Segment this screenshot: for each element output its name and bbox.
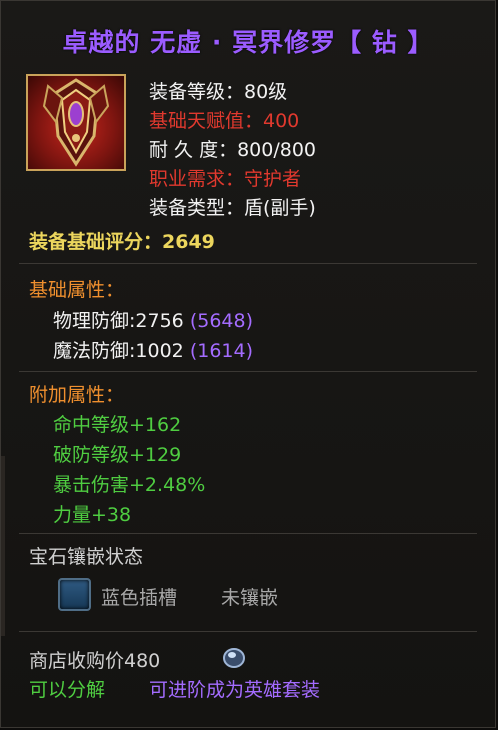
blue-socket-icon[interactable] — [58, 578, 91, 611]
equip-type: 装备类型：盾(副手) — [149, 197, 316, 219]
base-attr-label: 魔法防御:1002 — [53, 340, 184, 362]
divider — [19, 533, 477, 534]
base-attr-label: 物理防御:2756 — [53, 310, 184, 332]
extra-attrs-heading: 附加属性： — [29, 384, 125, 406]
base-attr-row: 物理防御:2756 (5648) — [53, 306, 253, 333]
equip-level: 装备等级：80级 — [149, 81, 288, 103]
upgrade-status: 可进阶成为英雄套装 — [149, 679, 321, 701]
socket-label: 蓝色插槽 — [101, 587, 178, 609]
divider — [19, 263, 477, 264]
coin-icon — [221, 644, 247, 670]
base-attr-extra: (5648) — [189, 310, 253, 332]
gem-heading: 宝石镶嵌状态 — [29, 546, 144, 568]
base-attr-extra: (1614) — [189, 340, 253, 362]
extra-attr: 力量+38 — [53, 504, 132, 526]
item-title: 卓越的 无虚 · 冥界修罗【 钻 】 — [62, 28, 434, 57]
extra-attr: 暴击伤害+2.48% — [53, 474, 206, 496]
decompose-status: 可以分解 — [29, 679, 106, 701]
base-attr-row: 魔法防御:1002 (1614) — [53, 336, 253, 363]
base-attrs-heading: 基础属性： — [29, 279, 125, 301]
extra-attr: 破防等级+129 — [53, 444, 182, 466]
frame-edge — [1, 456, 5, 636]
socket-status: 未镶嵌 — [221, 587, 279, 609]
divider — [19, 371, 477, 372]
durability: 耐 久 度：800/800 — [149, 139, 317, 161]
base-talent: 基础天赋值：400 — [149, 110, 300, 132]
equip-score: 装备基础评分：2649 — [29, 231, 215, 253]
shield-offhand-icon — [26, 74, 126, 171]
class-requirement: 职业需求：守护者 — [149, 168, 302, 190]
sell-price: 商店收购价480 — [29, 650, 161, 672]
divider — [19, 631, 477, 632]
extra-attr: 命中等级+162 — [53, 414, 182, 436]
item-tooltip: 卓越的 无虚 · 冥界修罗【 钻 】 装备等级：80级 基础天赋值：400 耐 … — [0, 0, 496, 728]
